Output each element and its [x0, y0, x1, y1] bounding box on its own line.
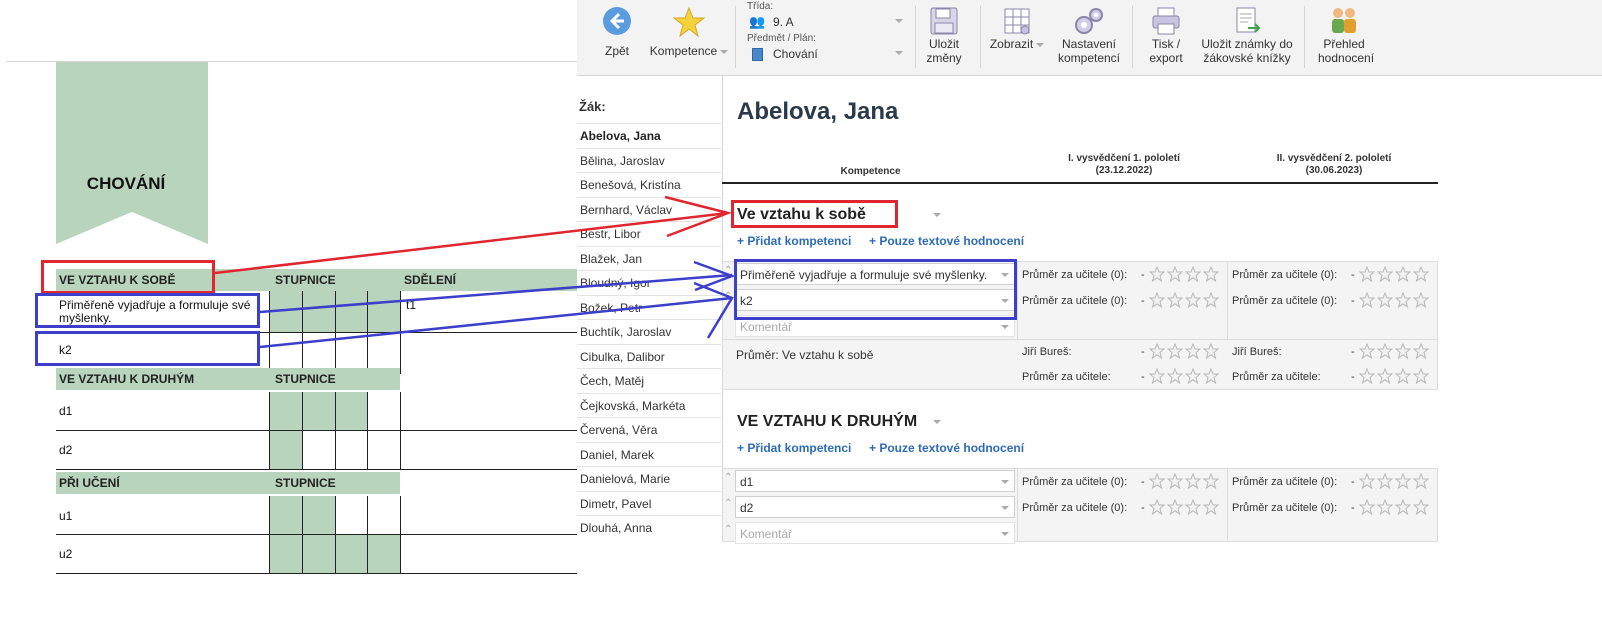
annotation-arrows — [214, 195, 736, 349]
